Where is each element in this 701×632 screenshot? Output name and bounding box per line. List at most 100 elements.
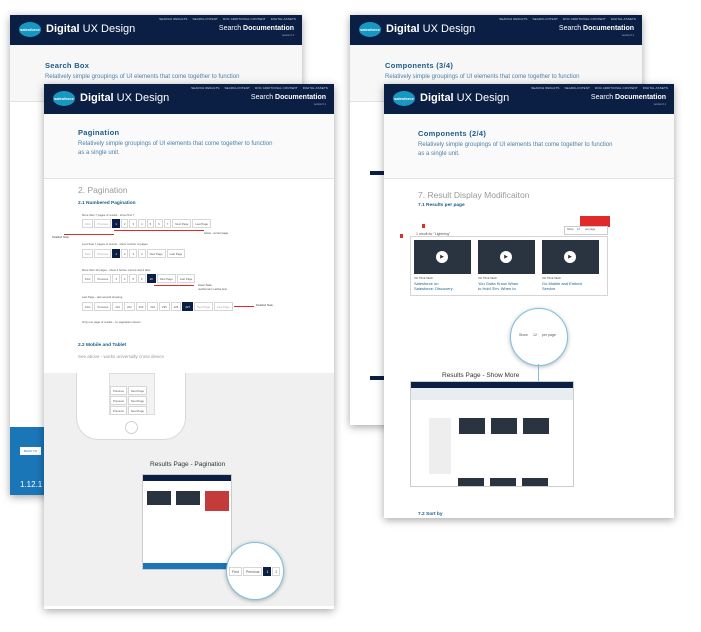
show-label: Show <box>567 228 574 231</box>
pager-page[interactable]: 227 <box>182 302 194 311</box>
pager-last[interactable]: Last Page <box>192 219 211 228</box>
pager-page[interactable]: 3 <box>129 219 138 228</box>
pager-page[interactable]: 4 <box>120 274 129 283</box>
mobile-previous[interactable]: Previous <box>110 386 127 395</box>
pager-page[interactable]: 222 <box>124 302 135 311</box>
pager-page[interactable]: 2 <box>120 219 129 228</box>
top-link[interactable]: DOC ADDITIONAL CONTENT <box>563 17 606 21</box>
pager-page[interactable]: 225 <box>159 302 170 311</box>
top-link[interactable]: DOC ADDITIONAL CONTENT <box>255 86 298 90</box>
play-icon[interactable]: ▶ <box>564 251 576 263</box>
top-link[interactable]: DIGITAL ASSETS <box>303 86 328 90</box>
pager-next[interactable]: Next Page <box>156 274 176 283</box>
top-links: SEARCH RESULTS SEARCH INTENT DOC ADDITIO… <box>159 17 296 21</box>
top-link[interactable]: SEARCH RESULTS <box>159 17 187 21</box>
pager-previous[interactable]: Previous <box>94 302 112 311</box>
top-link[interactable]: SEARCH INTENT <box>565 86 590 90</box>
top-link[interactable]: DOC ADDITIONAL CONTENT <box>595 86 638 90</box>
brand-title: Digital UX Design <box>46 23 136 35</box>
top-link[interactable]: SEARCH INTENT <box>193 17 218 21</box>
pager-page[interactable]: 6 <box>155 219 163 228</box>
top-link[interactable]: SEARCH INTENT <box>533 17 558 21</box>
zoom-magnifier: Show 12 per page <box>510 308 568 366</box>
pager-page[interactable]: 223 <box>135 302 147 311</box>
pager-page[interactable]: 4 <box>138 249 146 258</box>
top-link[interactable]: SEARCH INTENT <box>225 86 250 90</box>
pager-page[interactable]: 4 <box>138 219 146 228</box>
mobile-previous[interactable]: Previous <box>110 396 127 405</box>
pager-first[interactable]: First <box>229 567 242 576</box>
zoom-show-label: Show <box>519 333 528 337</box>
salesforce-logo[interactable]: salesforce <box>53 91 75 106</box>
annotation-tag: · <box>400 234 403 238</box>
pager-previous[interactable]: Previous <box>242 567 263 576</box>
intro-desc: Relatively simple groupings of UI elemen… <box>385 74 580 80</box>
pager-page[interactable]: 5 <box>129 274 138 283</box>
pager-page[interactable]: 1 <box>263 567 272 576</box>
pager-first[interactable]: First <box>82 302 94 311</box>
top-link[interactable]: DIGITAL ASSETS <box>643 86 668 90</box>
top-link[interactable]: DOC ADDITIONAL CONTENT <box>223 17 266 21</box>
top-link[interactable]: DIGITAL ASSETS <box>271 17 296 21</box>
mobile-next[interactable]: Next Page <box>127 386 147 395</box>
results-per-page-control[interactable]: Show 12 per page <box>564 226 608 235</box>
pager-page[interactable]: 6 <box>138 274 146 283</box>
pager-page[interactable]: 224 <box>147 302 159 311</box>
top-link[interactable]: SEARCH RESULTS <box>531 86 559 90</box>
top-link[interactable]: SEARCH RESULTS <box>191 86 219 90</box>
pagination-page: SEARCH RESULTS SEARCH INTENT DOC ADDITIO… <box>44 84 334 609</box>
top-link[interactable]: DIGITAL ASSETS <box>611 17 636 21</box>
play-icon[interactable]: ▶ <box>500 251 512 263</box>
pager-page[interactable]: 221 <box>112 302 123 311</box>
pager-next[interactable]: Next Page <box>146 249 166 258</box>
pager-page[interactable]: 2 <box>120 249 129 258</box>
pager-page[interactable]: 3 <box>112 274 120 283</box>
salesforce-logo[interactable]: salesforce <box>359 22 381 37</box>
mobile-previous[interactable]: Previous <box>110 406 127 415</box>
video-thumbnail[interactable]: ▶ <box>542 240 599 274</box>
pager-last[interactable]: Last Page <box>166 249 186 258</box>
card-title[interactable]: You Gotta Know When to Hold 'Em: When to <box>478 281 518 291</box>
video-thumbnail[interactable]: ▶ <box>414 240 471 274</box>
pager-page[interactable]: 7 <box>163 219 172 228</box>
pager-page[interactable]: 10 <box>146 274 156 283</box>
pager-page[interactable]: 5 <box>146 219 155 228</box>
card-title[interactable]: Go Mobile and Embed Service <box>542 281 582 291</box>
mobile-next[interactable]: Next Page <box>127 396 147 405</box>
search-documentation[interactable]: Search Documentation <box>219 25 294 32</box>
pager-page[interactable]: 226 <box>170 302 182 311</box>
back-button[interactable]: BACK TO <box>20 447 42 455</box>
pager-page[interactable]: 1 <box>112 249 120 258</box>
search-documentation[interactable]: Search Documentation <box>251 94 326 101</box>
card-title[interactable]: Salesforce on Salesforce: Discovery <box>414 281 453 291</box>
mobile-pager: Previous Next Page <box>110 396 147 405</box>
mini-thumb <box>491 418 517 434</box>
site-header: SEARCH RESULTS SEARCH INTENT DOC ADDITIO… <box>384 84 674 114</box>
zoom-pager: First Previous 1 2 <box>229 567 281 576</box>
video-thumbnail[interactable]: ▶ <box>478 240 535 274</box>
search-documentation[interactable]: Search Documentation <box>591 94 666 101</box>
pager-next[interactable]: Next Page <box>172 219 192 228</box>
note: Less than 7 pages of results - show numb… <box>82 242 148 246</box>
brand-title: Digital UX Design <box>386 23 476 35</box>
search-documentation[interactable]: Search Documentation <box>559 25 634 32</box>
salesforce-logo[interactable]: salesforce <box>19 22 41 37</box>
pager-page[interactable]: 2 <box>272 567 281 576</box>
dark-edge <box>370 171 384 175</box>
pager-page[interactable]: 1 <box>112 219 120 228</box>
card-tag: VID TRAILHEAD <box>478 277 497 280</box>
top-link[interactable]: SEARCH RESULTS <box>499 17 527 21</box>
pager-first[interactable]: First <box>82 274 94 283</box>
play-icon[interactable]: ▶ <box>436 251 448 263</box>
mobile-next[interactable]: Next Page <box>127 406 147 415</box>
screenshot-caption: Results Page - Pagination <box>150 461 226 468</box>
intro-title: Search Box <box>45 61 90 70</box>
version-label: version 0.1 <box>313 103 326 106</box>
pager-previous[interactable]: Previous <box>94 274 112 283</box>
pager-page[interactable]: 3 <box>129 249 138 258</box>
note: More than 7 pages of results - show firs… <box>82 213 135 217</box>
salesforce-logo[interactable]: salesforce <box>393 91 415 106</box>
zoom-magnifier: First Previous 1 2 <box>226 542 284 600</box>
subsection-title: 2.1 Numbered Pagination <box>78 201 136 206</box>
pager-last[interactable]: Last Page <box>176 274 196 283</box>
